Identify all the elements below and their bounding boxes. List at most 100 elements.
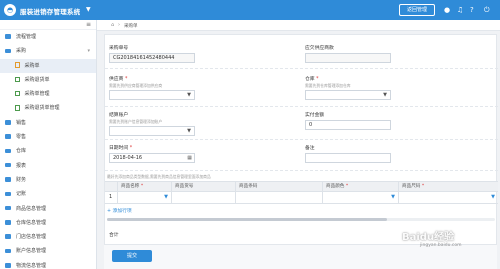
column-header: 商品货号 [171,182,235,192]
folder-icon [5,177,11,182]
folder-icon [5,234,11,239]
goods-hint: 最好先添加商品类型数据,需要先到商品信息管理里面添加商品 [107,174,211,179]
caret-down-icon: ▼ [187,92,191,98]
home-icon[interactable]: ⌂ [111,22,114,28]
column-header: 商品尺码 * [398,182,498,192]
paid-amount-label: 实付金额 [305,113,325,118]
sidebar-item-logistics-info[interactable]: 物流信息管理 [0,259,96,269]
folder-icon [5,248,11,254]
scrollbar-thumb[interactable] [107,218,387,221]
warehouse-select[interactable]: ▼ [305,90,391,100]
bell-icon[interactable]: ♫ [457,5,463,15]
sidebar-item-purchase-order[interactable]: 采购单 [0,58,96,73]
column-header: 商品条码 [235,182,322,192]
sidebar-item-retail[interactable]: 零售 [0,130,96,144]
warehouse-label: 仓库 * [305,77,319,82]
folder-icon [5,134,11,139]
goods-barcode-cell[interactable] [235,192,322,203]
help-icon[interactable]: ? [470,5,474,15]
folder-icon [5,263,11,268]
divider [105,68,498,69]
warehouse-hint: 需要先到仓库管理添加仓库 [305,83,351,88]
caret-down-icon: ▼ [391,194,395,200]
sidebar-item-bookkeeping[interactable]: 记账 [0,187,96,201]
power-icon[interactable]: ⏻ [484,5,490,15]
goods-color-cell[interactable]: ▼ [322,192,398,203]
sidebar-header: ≡ [0,20,96,30]
goods-code-cell[interactable] [171,192,235,203]
folder-icon [5,148,11,154]
user-icon[interactable]: ● [444,5,450,15]
chevron-right-icon: › [118,22,120,28]
goods-name-cell[interactable]: ▼ [117,192,171,203]
sidebar-item-finance[interactable]: 财务 [0,173,96,187]
app-logo: ◓ [4,4,16,16]
caret-down-icon: ▼ [383,92,387,98]
sidebar-item-store-info[interactable]: 门店信息管理 [0,230,96,244]
menu-icon[interactable]: ≡ [86,21,91,28]
sidebar-item-purchase-order-mgmt[interactable]: 采购单管理 [0,87,96,101]
account-select[interactable]: ▼ [109,126,195,136]
document-icon [15,90,20,97]
document-icon [15,105,20,111]
calendar-icon[interactable]: ▦ [187,154,192,162]
sidebar-item-warehouse-info[interactable]: 仓库信息管理 [0,216,96,230]
folder-icon [5,220,11,225]
sidebar-item-reports[interactable]: 报表 [0,159,96,173]
return-management-button[interactable]: 返回管理 [399,4,435,16]
order-no-label: 采购单号 [109,46,129,51]
supplier-select[interactable]: ▼ [109,90,195,100]
folder-icon [5,48,11,54]
supplier-debt-field[interactable] [305,53,391,63]
folder-icon [5,205,11,211]
horizontal-scrollbar[interactable] [107,218,495,221]
folder-icon [5,120,11,125]
paid-amount-input[interactable]: 0 [305,120,391,130]
breadcrumb: ⌂ › 采购单 [97,20,500,31]
goods-size-cell[interactable]: ▼ [398,192,498,203]
supplier-hint: 需要先到供应商管理添加供应商 [109,83,163,88]
chevron-down-icon[interactable]: ▼ [86,6,91,13]
order-no-field[interactable]: CG20184161452480444 [109,53,195,63]
divider [105,139,498,140]
sidebar-item-purchase-return-mgmt[interactable]: 采购退货单管理 [0,101,96,115]
folder-icon [5,191,11,197]
submit-button[interactable]: 提交 [112,250,152,262]
sidebar-item-sales[interactable]: 销售 [0,116,96,130]
divider [105,170,498,171]
sidebar-item-process[interactable]: 流程管理 [0,30,96,44]
folder-icon [5,34,11,39]
sidebar-item-purchase-return[interactable]: 采购退货单 [0,73,96,87]
sidebar-item-purchase[interactable]: 采购 ▾ [0,44,96,58]
table-row: 1 ▼ ▼ ▼ [105,192,498,204]
baidu-watermark: Baidu经验 jingyan.baidu.com [402,232,462,248]
column-header: 商品名称 * [117,182,171,192]
sidebar-item-account-info[interactable]: 账户信息管理 [0,244,96,258]
document-icon [15,62,20,68]
chevron-down-icon: ▾ [87,48,90,55]
top-bar: ◓ 服装进销存管理系统 ▼ 返回管理 ● ♫ ? ⏻ [0,0,500,20]
folder-icon [5,162,11,168]
goods-table-header: 商品名称 * 商品货号 商品条码 商品颜色 * 商品尺码 * [105,181,498,192]
remark-input[interactable] [305,153,391,163]
add-row-button[interactable]: + 添加行项 [107,207,132,214]
supplier-label: 供应商 * [109,77,128,82]
remark-label: 备注 [305,146,315,151]
total-label: 合计 [109,233,119,238]
account-label: 结算账户 [109,113,129,118]
sidebar: ≡ 流程管理 采购 ▾ 采购单 采购退货单 采购单管理 采购退货单管理 销售 零售… [0,20,97,269]
sidebar-item-warehouse[interactable]: 仓库 [0,144,96,158]
date-label: 日期时间 * [109,146,133,151]
row-index: 1 [109,194,113,200]
sidebar-item-goods-info[interactable]: 商品信息管理 [0,202,96,216]
caret-down-icon: ▼ [491,194,495,200]
account-hint: 需要先到账户信息管理添加账户 [109,119,163,124]
caret-down-icon: ▼ [187,128,191,134]
date-input[interactable]: 2018-04-16 ▦ [109,153,195,163]
app-title[interactable]: 服装进销存管理系统 [20,6,80,16]
divider [105,106,498,107]
document-icon [15,76,20,83]
supplier-debt-label: 应欠供应商款 [305,46,334,51]
caret-down-icon: ▼ [164,194,168,200]
breadcrumb-current: 采购单 [124,24,138,29]
